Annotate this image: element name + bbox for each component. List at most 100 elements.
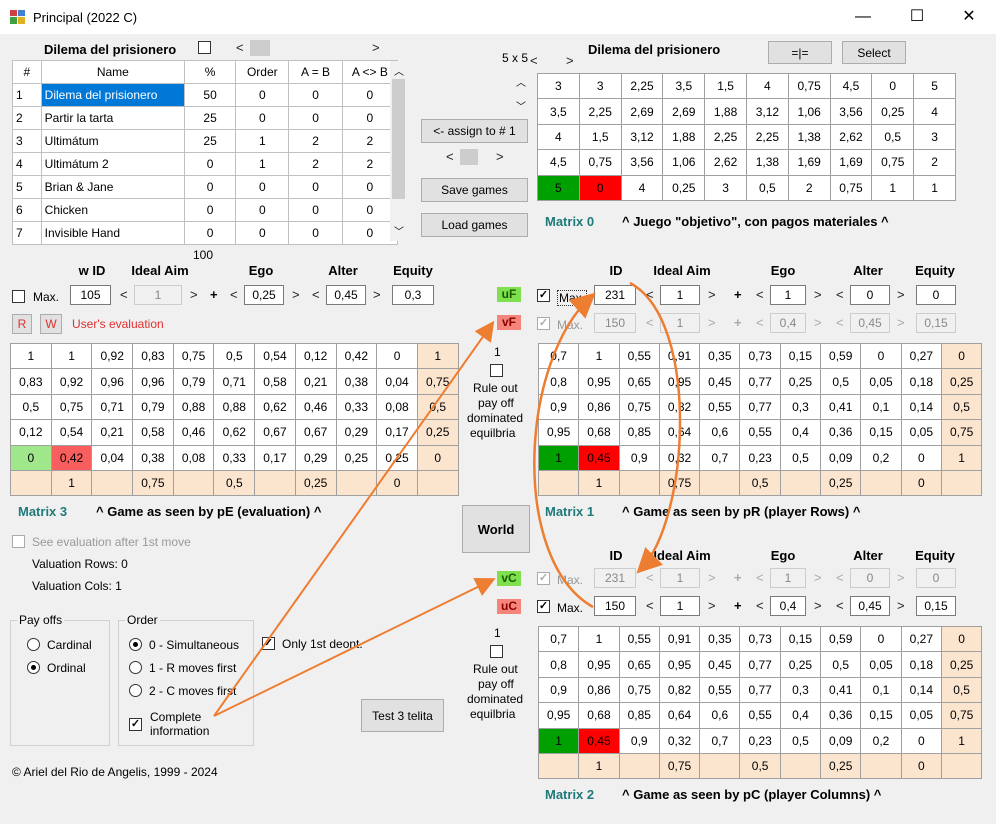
matrix-cell[interactable]: 0,41 xyxy=(820,676,862,704)
matrix-cell[interactable]: 0,35 xyxy=(699,342,741,370)
matrix-cell[interactable]: 0 xyxy=(376,469,418,497)
c-uc-ego-input[interactable]: 0,4 xyxy=(770,596,806,616)
matrix-cell[interactable]: 4,5 xyxy=(829,72,873,100)
c-uc-max-checkbox[interactable]: ✓ xyxy=(537,600,550,613)
matrix-cell[interactable]: 0,12 xyxy=(10,419,52,446)
matrix-cell[interactable]: 0,67 xyxy=(254,419,296,446)
matrix-cell[interactable]: 0,2 xyxy=(860,444,902,471)
matrix-cell[interactable]: 0,91 xyxy=(658,342,701,370)
c-uc-aim-dec-icon[interactable]: < xyxy=(646,599,654,613)
r-vf-alter-inc-icon[interactable]: > xyxy=(897,316,905,330)
matrix-cell[interactable]: 0,95 xyxy=(537,419,580,446)
matrix-cell[interactable]: 0,55 xyxy=(699,676,741,704)
r-uf-id-input[interactable]: 231 xyxy=(594,285,636,305)
matrix-cell[interactable]: 0,75 xyxy=(618,393,660,421)
matrix-cell[interactable]: 1 xyxy=(578,752,620,780)
matrix-cell[interactable]: 0,9 xyxy=(537,393,580,421)
matrix-cell[interactable]: 0,68 xyxy=(578,702,620,729)
matrix-cell[interactable]: 0,5 xyxy=(871,123,915,151)
cell[interactable]: Ultimátum 2 xyxy=(40,152,186,176)
matrix-cell[interactable]: 0,15 xyxy=(779,342,822,370)
matrix-cell[interactable]: 0,45 xyxy=(699,368,741,395)
left-ego-input[interactable]: 0,25 xyxy=(244,285,284,305)
cell[interactable]: 0 xyxy=(288,83,343,107)
cardinal-radio[interactable] xyxy=(27,638,40,651)
matrix-cell[interactable]: 0,7 xyxy=(537,625,580,653)
col-header[interactable]: Order xyxy=(235,60,290,84)
assign-scroll-left-icon[interactable]: < xyxy=(446,150,454,164)
matrix-cell[interactable]: 0,75 xyxy=(172,342,215,370)
matrix-cell[interactable]: 2 xyxy=(913,149,956,176)
matrix-cell[interactable] xyxy=(254,469,296,497)
matrix-cell[interactable]: 0,71 xyxy=(91,393,134,421)
see-eval-checkbox[interactable] xyxy=(12,535,25,548)
matrix-cell[interactable]: 0,4 xyxy=(779,419,822,446)
left-aim-dec-icon[interactable]: < xyxy=(120,288,128,302)
matrix-cell[interactable]: 4 xyxy=(745,72,789,100)
matrix-cell[interactable]: 0,27 xyxy=(900,625,942,653)
c-uc-id-input[interactable]: 150 xyxy=(594,596,636,616)
matrix-cell[interactable]: 0,42 xyxy=(50,444,93,471)
matrix-cell[interactable]: 0,95 xyxy=(658,368,701,395)
matrix-cell[interactable]: 0,5 xyxy=(213,342,256,370)
matrix-cell[interactable]: 0,95 xyxy=(658,651,701,678)
matrix-cell[interactable]: 1 xyxy=(537,444,580,471)
equalize-button[interactable]: =|= xyxy=(768,41,832,64)
col-header[interactable]: Name xyxy=(40,60,186,84)
cell[interactable]: 0 xyxy=(288,175,343,199)
maximize-button[interactable]: ☐ xyxy=(906,6,928,28)
matrix-cell[interactable]: 0,35 xyxy=(699,625,741,653)
r-vf-aim-inc-icon[interactable]: > xyxy=(708,316,716,330)
matrix-cell[interactable]: 0,96 xyxy=(132,368,174,395)
matrix-cell[interactable]: 0,41 xyxy=(820,393,862,421)
cell[interactable]: 50 xyxy=(183,83,237,107)
cell[interactable]: 0 xyxy=(288,106,343,130)
r-vf-equity-input[interactable]: 0,15 xyxy=(916,313,956,333)
matrix-cell[interactable]: 0,3 xyxy=(779,393,822,421)
matrix-cell[interactable]: 0,9 xyxy=(618,727,660,754)
assign-scroll-right-icon[interactable]: > xyxy=(496,150,504,164)
matrix-cell[interactable]: 0,36 xyxy=(820,419,862,446)
left-ego-dec-icon[interactable]: < xyxy=(230,288,238,302)
matrix-cell[interactable]: 0,25 xyxy=(294,469,337,497)
matrix-cell[interactable]: 0,75 xyxy=(940,419,983,446)
matrix-cell[interactable]: 0 xyxy=(900,727,942,754)
matrix-cell[interactable] xyxy=(779,469,822,497)
matrix-cell[interactable]: 2,62 xyxy=(704,149,747,176)
cell[interactable]: 0 xyxy=(183,152,237,176)
save-games-button[interactable]: Save games xyxy=(421,178,528,202)
games-vscroll[interactable]: ︿ ﹀ xyxy=(390,61,407,241)
matrix-cell[interactable]: 0 xyxy=(860,625,902,653)
matrix-cell[interactable]: 0,67 xyxy=(294,419,337,446)
matrix-cell[interactable] xyxy=(335,469,378,497)
cell[interactable]: 0 xyxy=(235,83,290,107)
r-button[interactable]: R xyxy=(12,314,32,334)
left-alter-inc-icon[interactable]: > xyxy=(373,288,381,302)
matrix-cell[interactable]: 0,9 xyxy=(537,676,580,704)
w-button[interactable]: W xyxy=(40,314,62,334)
table-row[interactable]: 1 Dilema del prisionero 50 0 0 0 xyxy=(12,83,399,107)
c-vc-max-checkbox[interactable]: ✓ xyxy=(537,572,550,585)
matrix-cell[interactable]: 1 xyxy=(578,342,620,370)
matrix-cell[interactable]: 0,88 xyxy=(213,393,256,421)
cell[interactable]: 0 xyxy=(235,221,290,245)
matrix-cell[interactable]: 4 xyxy=(913,98,956,125)
matrix-cell[interactable]: 0,5 xyxy=(940,393,983,421)
matrix-cell[interactable]: 0,83 xyxy=(132,342,174,370)
matrix-cell[interactable]: 0,75 xyxy=(658,469,701,497)
matrix-cell[interactable]: 0,95 xyxy=(578,651,620,678)
close-button[interactable]: ✕ xyxy=(958,6,980,28)
matrix-cell[interactable]: 0,27 xyxy=(900,342,942,370)
matrix-cell[interactable]: 0,75 xyxy=(658,752,701,780)
matrix-cell[interactable] xyxy=(91,469,134,497)
cell[interactable]: Ultimátum xyxy=(40,129,186,153)
matrix-cell[interactable]: 0,5 xyxy=(779,444,822,471)
r-vf-aim-dec-icon[interactable]: < xyxy=(646,316,654,330)
matrix-cell[interactable]: 0,82 xyxy=(658,676,701,704)
matrix-cell[interactable]: 0 xyxy=(860,342,902,370)
matrix-cell[interactable]: 0,92 xyxy=(50,368,93,395)
c-vc-equity-input[interactable]: 0 xyxy=(916,568,956,588)
matrix-cell[interactable]: 0,25 xyxy=(779,651,822,678)
matrix-cell[interactable] xyxy=(618,469,660,497)
r-uf-max-checkbox[interactable]: ✓ xyxy=(537,289,550,302)
